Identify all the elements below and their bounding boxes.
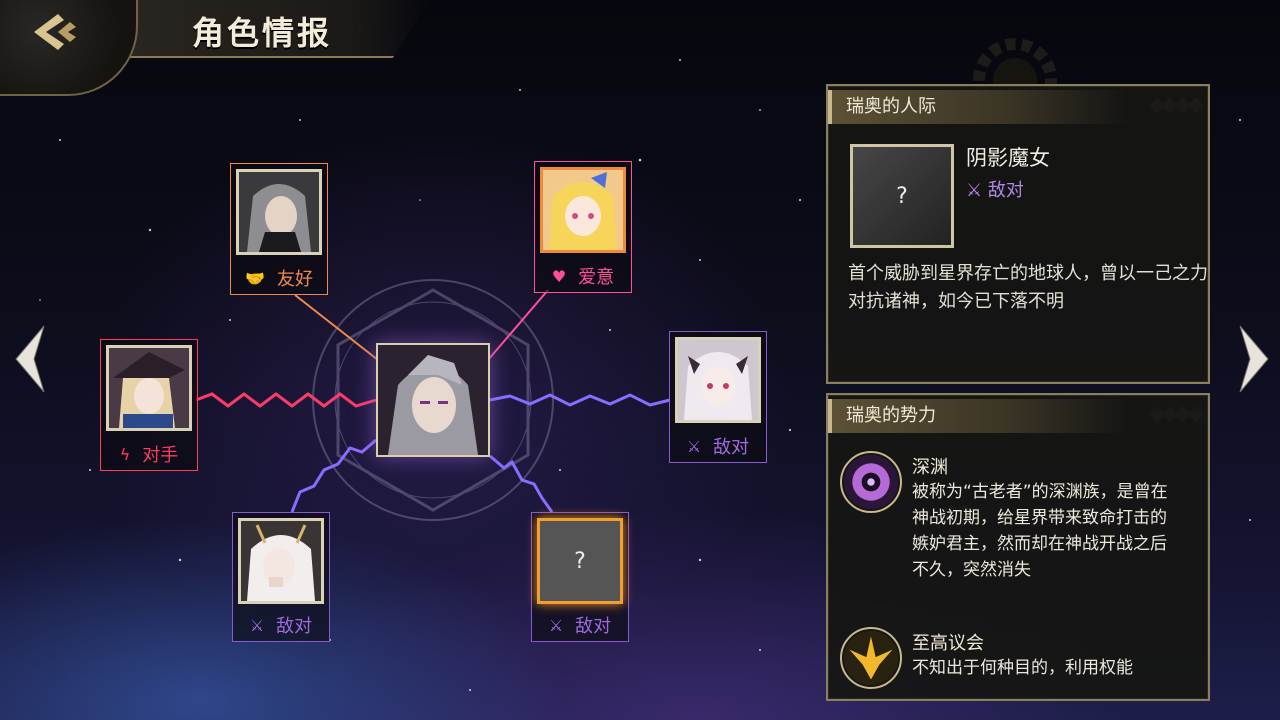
relation-label: 敌对 [575, 616, 612, 637]
diamond-pattern: ◆◆◆◆ [1148, 92, 1204, 117]
next-character-arrow[interactable] [1228, 322, 1274, 396]
relation-node-enemy-right[interactable]: ⚔ 敌对 [669, 331, 767, 463]
relation-label: 爱意 [578, 267, 615, 288]
relation-label: 友好 [276, 269, 313, 290]
faction-item[interactable]: 至高议会 不知出于何种目的，利用权能 [840, 627, 1200, 699]
blonde-hat-girl-portrait [106, 345, 192, 431]
relation-node-enemy-bottom-left[interactable]: ⚔ 敌对 [232, 512, 330, 642]
lightning-icon: ϟ [119, 444, 131, 464]
relation-node-enemy-unknown[interactable]: ? ⚔ 敌对 [531, 512, 629, 642]
blonde-girl-portrait [540, 167, 626, 253]
heart-icon: ♥ [551, 266, 567, 286]
crossed-swords-icon: ⚔ [249, 615, 265, 635]
selected-relation-type-label: 敌对 [987, 180, 1024, 201]
rival-link [195, 392, 377, 408]
relation-node-love[interactable]: ♥ 爱意 [534, 161, 632, 293]
abyss-eye-emblem [840, 451, 902, 513]
faction-info-panel: 瑞奥的势力 ◆◆◆◆ 深渊 被称为“古老者”的深渊族，是曾在神战初期，给星界带来… [826, 393, 1210, 701]
relation-label: 敌对 [713, 437, 750, 458]
handshake-icon: 🤝 [245, 268, 265, 288]
faction-description: 被称为“古老者”的深渊族，是曾在神战初期，给星界带来致命打击的嫉妒君主，然而却在… [912, 482, 1168, 580]
selected-portrait[interactable]: ? [850, 144, 954, 248]
white-haired-antlered-girl-portrait [238, 518, 324, 604]
faction-name: 至高议会 [912, 633, 984, 654]
unknown-portrait: ? [537, 518, 623, 604]
faction-description: 不知出于何种目的，利用权能 [912, 658, 1133, 678]
relation-info-panel: 瑞奥的人际 ◆◆◆◆ ? 阴影魔女 ⚔ 敌对 首个威胁到星界存亡的地球人，曾以一… [826, 84, 1210, 384]
relation-label: 对手 [142, 445, 179, 466]
crossed-swords-icon: ⚔ [686, 436, 702, 456]
relation-node-friendly[interactable]: 🤝 友好 [230, 163, 328, 295]
prev-character-arrow[interactable] [10, 322, 56, 396]
white-haired-horned-girl-portrait [675, 337, 761, 423]
panel-title: 瑞奥的人际 [828, 90, 1128, 124]
supreme-council-emblem [840, 627, 902, 689]
grey-haired-demon-portrait [378, 345, 488, 455]
silver-haired-man-portrait [236, 169, 322, 255]
diamond-pattern: ◆◆◆◆ [1148, 401, 1204, 426]
center-character-portrait[interactable] [376, 343, 490, 457]
crossed-swords-icon: ⚔ [966, 180, 983, 201]
love-link [487, 289, 549, 361]
selected-relation-type: ⚔ 敌对 [966, 176, 1024, 202]
selected-description: 首个威胁到星界存亡的地球人，曾以一己之力对抗诸神，如今已下落不明 [848, 263, 1208, 312]
enemy-bottom-left-link [290, 438, 377, 513]
panel-title: 瑞奥的势力 [828, 399, 1128, 433]
faction-name: 深渊 [912, 457, 948, 478]
enemy-right-link [489, 393, 671, 407]
enemy-unknown-link [489, 454, 554, 513]
faction-item[interactable]: 深渊 被称为“古老者”的深渊族，是曾在神战初期，给星界带来致命打击的嫉妒君主，然… [840, 451, 1200, 621]
crossed-swords-icon: ⚔ [548, 615, 564, 635]
relation-node-rival[interactable]: ϟ 对手 [100, 339, 198, 471]
selected-name: 阴影魔女 [966, 146, 1050, 170]
relation-label: 敌对 [276, 616, 313, 637]
